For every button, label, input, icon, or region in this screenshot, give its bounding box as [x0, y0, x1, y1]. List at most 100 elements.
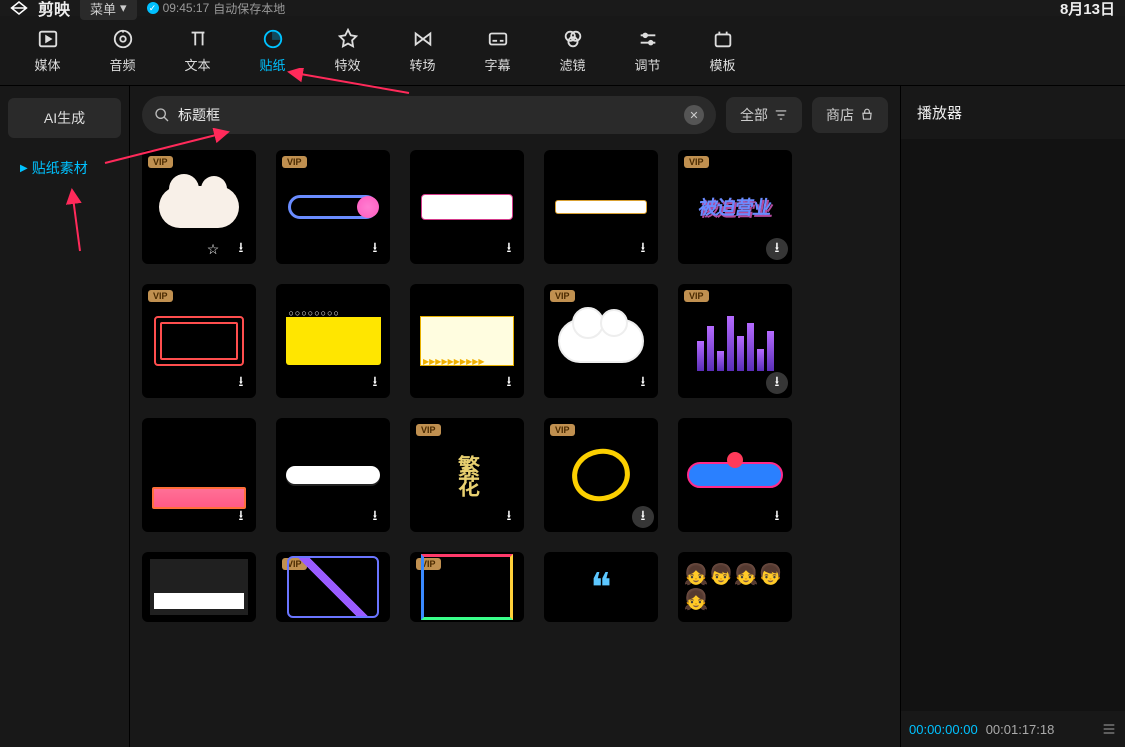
sticker-item[interactable]: VIP ⭳: [142, 284, 256, 398]
player-panel: 播放器 00:00:00:00 00:01:17:18: [900, 86, 1125, 747]
sidebar-ai-generate[interactable]: AI生成: [8, 98, 121, 138]
vip-badge: VIP: [684, 290, 709, 302]
sticker-item[interactable]: VIP 被迫营业 ⭳: [678, 150, 792, 264]
filter-icon: [774, 108, 788, 122]
download-icon: ⭳: [507, 237, 512, 261]
sticker-item[interactable]: VIP ☆ ⭳: [142, 150, 256, 264]
sticker-item[interactable]: ⭳: [276, 284, 390, 398]
download-button[interactable]: ⭳: [230, 372, 252, 394]
download-icon: ⭳: [239, 371, 244, 395]
sticker-item[interactable]: VIP ⭳: [678, 284, 792, 398]
autosave-status: ✓ 09:45:17 自动保存本地: [147, 0, 286, 17]
download-button[interactable]: ⭳: [498, 372, 520, 394]
download-button[interactable]: ⭳: [230, 238, 252, 260]
app-logo-icon: [10, 0, 28, 16]
vip-badge: VIP: [148, 156, 173, 168]
tab-adjust[interactable]: 调节: [610, 16, 685, 85]
download-button[interactable]: ⭳: [766, 238, 788, 260]
download-button[interactable]: ⭳: [766, 506, 788, 528]
filter-icon: [561, 27, 585, 51]
sticker-item[interactable]: ⭳: [142, 418, 256, 532]
tab-label: 转场: [409, 55, 435, 74]
vip-badge: VIP: [282, 558, 307, 570]
triangle-right-icon: ▶: [20, 163, 28, 174]
tab-label: 字幕: [484, 55, 510, 74]
tab-label: 调节: [634, 55, 660, 74]
vip-badge: VIP: [416, 424, 441, 436]
tab-template[interactable]: 模板: [685, 16, 760, 85]
search-input[interactable]: [178, 107, 676, 123]
sticker-item[interactable]: VIP ⭳: [544, 284, 658, 398]
download-button[interactable]: ⭳: [498, 238, 520, 260]
sticker-item[interactable]: ⭳: [678, 418, 792, 532]
sticker-item[interactable]: VIP: [410, 552, 524, 622]
audio-icon: [111, 27, 135, 51]
sidebar-item-label: AI生成: [44, 108, 85, 128]
download-button[interactable]: ⭳: [632, 238, 654, 260]
sticker-item[interactable]: ⭳: [544, 150, 658, 264]
download-button[interactable]: ⭳: [364, 238, 386, 260]
search-icon: [154, 107, 170, 123]
vip-badge: VIP: [550, 424, 575, 436]
search-box[interactable]: ✕: [142, 96, 716, 134]
tab-label: 模板: [709, 55, 735, 74]
sticker-item[interactable]: VIP ⭳: [276, 150, 390, 264]
download-button[interactable]: ⭳: [766, 372, 788, 394]
tab-transition[interactable]: 转场: [385, 16, 460, 85]
download-icon: ⭳: [507, 371, 512, 395]
sticker-item[interactable]: VIP 繁花 ⭳: [410, 418, 524, 532]
vip-badge: VIP: [148, 290, 173, 302]
sidebar-item-label: 贴纸素材: [32, 158, 88, 178]
sticker-item[interactable]: ⭳: [410, 284, 524, 398]
download-button[interactable]: ⭳: [364, 506, 386, 528]
autosave-time: 09:45:17: [163, 1, 210, 15]
download-button[interactable]: ⭳: [632, 372, 654, 394]
player-viewport[interactable]: [901, 139, 1125, 711]
effect-icon: [336, 27, 360, 51]
player-title: 播放器: [901, 86, 1125, 139]
sticker-item[interactable]: ⭳: [410, 150, 524, 264]
timecode-total: 00:01:17:18: [986, 722, 1055, 737]
check-icon: ✓: [147, 2, 159, 14]
sticker-item[interactable]: VIP ⭳: [544, 418, 658, 532]
clear-search-button[interactable]: ✕: [684, 105, 704, 125]
tab-effect[interactable]: 特效: [310, 16, 385, 85]
tab-text[interactable]: 文本: [160, 16, 235, 85]
vip-badge: VIP: [282, 156, 307, 168]
media-icon: [36, 27, 60, 51]
sticker-item[interactable]: ❝: [544, 552, 658, 622]
tab-label: 文本: [184, 55, 210, 74]
download-button[interactable]: ⭳: [498, 506, 520, 528]
tab-audio[interactable]: 音频: [85, 16, 160, 85]
sticker-icon: [261, 27, 285, 51]
tab-label: 滤镜: [559, 55, 585, 74]
store-button[interactable]: 商店: [812, 97, 888, 133]
list-icon[interactable]: [1101, 721, 1117, 737]
sticker-item[interactable]: 👧👦👧👦👧: [678, 552, 792, 622]
tab-label: 音频: [109, 55, 135, 74]
vip-badge: VIP: [550, 290, 575, 302]
transition-icon: [411, 27, 435, 51]
sticker-item[interactable]: [142, 552, 256, 622]
favorite-button[interactable]: ☆: [202, 238, 224, 260]
tab-media[interactable]: 媒体: [10, 16, 85, 85]
tab-label: 媒体: [34, 55, 60, 74]
tab-label: 贴纸: [259, 55, 285, 74]
download-button[interactable]: ⭳: [230, 506, 252, 528]
tab-filter[interactable]: 滤镜: [535, 16, 610, 85]
sidebar-sticker-assets[interactable]: ▶ 贴纸素材: [8, 148, 121, 188]
sticker-item[interactable]: ⭳: [276, 418, 390, 532]
menu-button-label: 菜单: [90, 0, 116, 18]
download-icon: ⭳: [775, 505, 780, 529]
tab-sticker[interactable]: 贴纸: [235, 16, 310, 85]
sticker-item[interactable]: VIP: [276, 552, 390, 622]
filter-all-label: 全部: [740, 105, 768, 125]
download-button[interactable]: ⭳: [364, 372, 386, 394]
tab-caption[interactable]: 字幕: [460, 16, 535, 85]
store-label: 商店: [826, 105, 854, 125]
content-area: ✕ 全部 商店 VIP ☆ ⭳ VIP: [130, 86, 900, 747]
vip-badge: VIP: [416, 558, 441, 570]
filter-all-button[interactable]: 全部: [726, 97, 802, 133]
download-icon: ⭳: [641, 505, 646, 529]
download-button[interactable]: ⭳: [632, 506, 654, 528]
